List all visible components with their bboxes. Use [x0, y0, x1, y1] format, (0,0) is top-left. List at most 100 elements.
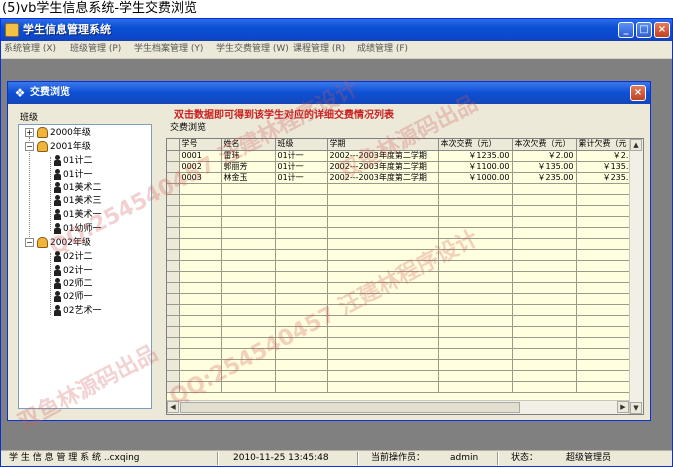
- col-header[interactable]: 累计欠费（元: [576, 139, 637, 151]
- tree-node-class[interactable]: 01计二: [53, 155, 92, 167]
- tree-node-class[interactable]: 02计二: [53, 251, 92, 263]
- table-row[interactable]: [167, 205, 637, 217]
- table-row[interactable]: [167, 315, 637, 327]
- expand-icon[interactable]: +: [25, 128, 34, 137]
- tree-node-class[interactable]: 01美术一: [53, 209, 101, 221]
- menu-student-records[interactable]: 学生档案管理 (Y): [134, 43, 203, 56]
- col-header[interactable]: 学期: [327, 139, 439, 151]
- col-header[interactable]: 本次欠费（元）: [512, 139, 577, 151]
- scroll-right-button[interactable]: ▶: [617, 401, 629, 413]
- tree-node-class[interactable]: 01美术三: [53, 195, 101, 207]
- close-button[interactable]: ×: [654, 22, 670, 38]
- table-row[interactable]: [167, 304, 637, 316]
- menu-student-fees[interactable]: 学生交费管理 (W): [216, 43, 289, 56]
- col-header[interactable]: 班级: [275, 139, 328, 151]
- row-header[interactable]: [167, 161, 180, 173]
- row-header[interactable]: [167, 293, 180, 305]
- row-header[interactable]: [167, 282, 180, 294]
- scroll-up-button[interactable]: ▲: [630, 139, 642, 151]
- table-cell: [221, 205, 276, 217]
- row-header[interactable]: [167, 172, 180, 184]
- collapse-icon[interactable]: −: [25, 142, 34, 151]
- class-tree[interactable]: +2000年级 −2001年级 01计二 01计一 01美术二 01美术三 01…: [18, 124, 152, 409]
- tree-node-grade-2000[interactable]: +2000年级: [25, 127, 91, 139]
- table-row[interactable]: [167, 249, 637, 261]
- tree-node-class[interactable]: 01幼师一: [53, 223, 101, 235]
- menu-system[interactable]: 系统管理 (X): [4, 43, 56, 56]
- table-row[interactable]: [167, 271, 637, 283]
- table-cell: [438, 315, 513, 327]
- horizontal-scrollbar[interactable]: ◀ ▶: [167, 400, 629, 414]
- table-row[interactable]: [167, 381, 637, 393]
- table-row[interactable]: [167, 260, 637, 272]
- row-header[interactable]: [167, 271, 180, 283]
- menu-class[interactable]: 班级管理 (P): [70, 43, 121, 56]
- scroll-thumb[interactable]: [180, 402, 520, 413]
- menu-grades[interactable]: 成绩管理 (F): [357, 43, 408, 56]
- fee-grid[interactable]: 学号 姓名 班级 学期 本次交费（元） 本次欠费（元） 累计欠费（元 0001 雷…: [166, 138, 644, 415]
- table-row[interactable]: [167, 282, 637, 294]
- table-row[interactable]: [167, 337, 637, 349]
- table-row[interactable]: [167, 348, 637, 360]
- table-row[interactable]: 0002 郭丽芳 01计一 2002---2003年度第二学期 ￥1100.00 ￥135…: [167, 161, 637, 173]
- table-cell: [221, 326, 276, 338]
- table-row[interactable]: 0001 雷玮 01计一 2002---2003年度第二学期 ￥1235.00 ￥2.00…: [167, 150, 637, 162]
- window-titlebar[interactable]: 学生信息管理系统 _ □ ×: [1, 19, 672, 41]
- tree-node-class[interactable]: 02艺术一: [53, 305, 101, 317]
- tree-node-class[interactable]: 01美术二: [53, 182, 101, 194]
- table-cell: [327, 282, 439, 294]
- row-header[interactable]: [167, 194, 180, 206]
- table-row[interactable]: [167, 370, 637, 382]
- table-row[interactable]: [167, 227, 637, 239]
- tree-line: [50, 253, 51, 315]
- table-row[interactable]: [167, 293, 637, 305]
- menu-courses[interactable]: 课程管理 (R): [293, 43, 345, 56]
- child-titlebar[interactable]: ❖ 交费浏览 ×: [8, 82, 650, 104]
- tree-node-grade-2002[interactable]: −2002年级: [25, 237, 91, 249]
- table-cell: [327, 348, 439, 360]
- tree-node-class[interactable]: 01计一: [53, 169, 92, 181]
- table-cell: [221, 381, 276, 393]
- row-header[interactable]: [167, 238, 180, 250]
- row-header[interactable]: [167, 216, 180, 228]
- fee-table[interactable]: 学号 姓名 班级 学期 本次交费（元） 本次欠费（元） 累计欠费（元 0001 雷…: [167, 139, 637, 393]
- row-header[interactable]: [167, 315, 180, 327]
- col-header[interactable]: 本次交费（元）: [438, 139, 513, 151]
- collapse-icon[interactable]: −: [25, 238, 34, 247]
- vertical-scrollbar[interactable]: ▲ ▼: [629, 139, 643, 414]
- row-header[interactable]: [167, 348, 180, 360]
- child-close-button[interactable]: ×: [630, 85, 646, 101]
- table-row[interactable]: [167, 183, 637, 195]
- tree-node-class[interactable]: 02师一: [53, 291, 92, 303]
- row-header[interactable]: [167, 260, 180, 272]
- col-header[interactable]: 学号: [179, 139, 222, 151]
- tree-node-class[interactable]: 02计一: [53, 265, 92, 277]
- col-header[interactable]: 姓名: [221, 139, 276, 151]
- row-header[interactable]: [167, 370, 180, 382]
- table-row[interactable]: [167, 216, 637, 228]
- table-row[interactable]: [167, 194, 637, 206]
- student-icon: [53, 305, 61, 316]
- row-header[interactable]: [167, 337, 180, 349]
- maximize-button[interactable]: □: [636, 22, 652, 38]
- table-row[interactable]: [167, 326, 637, 338]
- table-row[interactable]: [167, 359, 637, 371]
- table-cell: [221, 249, 276, 261]
- tree-node-grade-2001[interactable]: −2001年级: [25, 141, 91, 153]
- table-row[interactable]: [167, 238, 637, 250]
- table-row[interactable]: 0003 林金玉 01计一 2002---2003年度第二学期 ￥1000.00 ￥235…: [167, 172, 637, 184]
- minimize-button[interactable]: _: [618, 22, 634, 38]
- student-icon: [53, 278, 61, 289]
- row-header[interactable]: [167, 381, 180, 393]
- scroll-left-button[interactable]: ◀: [167, 401, 179, 413]
- row-header[interactable]: [167, 150, 180, 162]
- row-header[interactable]: [167, 326, 180, 338]
- row-header[interactable]: [167, 304, 180, 316]
- row-header[interactable]: [167, 205, 180, 217]
- row-header[interactable]: [167, 249, 180, 261]
- tree-node-class[interactable]: 02师二: [53, 278, 92, 290]
- scroll-down-button[interactable]: ▼: [630, 402, 642, 414]
- row-header[interactable]: [167, 359, 180, 371]
- row-header[interactable]: [167, 183, 180, 195]
- row-header[interactable]: [167, 227, 180, 239]
